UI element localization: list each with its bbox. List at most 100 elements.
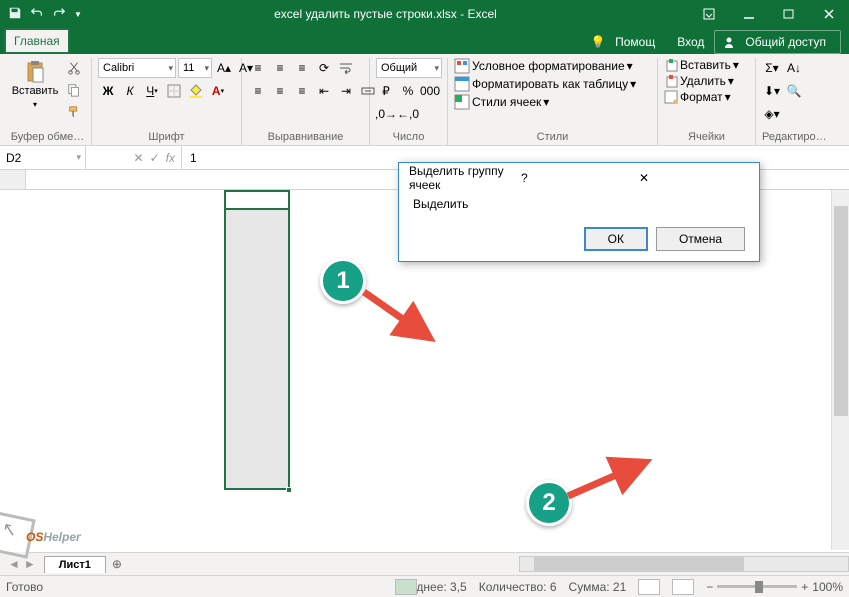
dec-decimal-icon[interactable]: ←,0 [398, 104, 418, 124]
align-middle-icon[interactable]: ≡ [270, 58, 290, 78]
insert-cells-button[interactable]: Вставить ▾ [664, 58, 739, 72]
selection-range [224, 190, 290, 490]
underline-icon[interactable]: Ч▾ [142, 81, 162, 101]
status-ready: Готово [6, 580, 43, 594]
redo-icon[interactable] [52, 6, 66, 23]
currency-icon[interactable]: ₽ [376, 81, 396, 101]
align-right-icon[interactable]: ≡ [292, 81, 312, 101]
delete-cells-button[interactable]: Удалить ▾ [664, 74, 734, 88]
dialog-close-icon[interactable]: ✕ [633, 171, 749, 185]
group-clipboard-label: Буфер обме… [10, 131, 85, 145]
fill-icon[interactable]: ⬇▾ [762, 81, 782, 101]
enter-formula-icon[interactable]: ✓ [150, 151, 160, 165]
tell-me[interactable]: 💡 Помощ [585, 33, 667, 51]
zoom-out-icon[interactable]: − [706, 580, 713, 594]
horizontal-scrollbar[interactable] [519, 556, 849, 572]
autosum-icon[interactable]: Σ▾ [762, 58, 782, 78]
group-styles-label: Стили [454, 131, 651, 145]
align-center-icon[interactable]: ≡ [270, 81, 290, 101]
group-editing-label: Редактиро… [762, 131, 820, 145]
login-link[interactable]: Вход [671, 33, 710, 51]
sheet-tab[interactable]: Лист1 [44, 556, 106, 573]
cancel-button[interactable]: Отмена [656, 227, 745, 251]
fill-handle[interactable] [286, 487, 292, 493]
indent-dec-icon[interactable]: ⇤ [314, 81, 334, 101]
vertical-scrollbar[interactable] [831, 190, 849, 550]
ribbon: Вставить▾ Буфер обме… Calibri 11 A▴ A▾ Ж… [0, 54, 849, 146]
conditional-format-button[interactable]: Условное форматирование ▾ [454, 58, 633, 74]
ok-button[interactable]: ОК [584, 227, 648, 251]
font-name-select[interactable]: Calibri [98, 58, 176, 78]
minimize-icon[interactable] [729, 0, 769, 28]
borders-icon[interactable] [164, 81, 184, 101]
align-top-icon[interactable]: ≡ [248, 58, 268, 78]
find-icon[interactable]: 🔍 [784, 81, 804, 101]
close-icon[interactable] [809, 0, 849, 28]
sheet-nav-prev-icon[interactable]: ◄ [8, 557, 20, 571]
select-all-corner[interactable] [0, 170, 26, 189]
bold-icon[interactable]: Ж [98, 81, 118, 101]
view-normal-icon[interactable] [395, 579, 417, 595]
format-painter-icon[interactable] [64, 102, 84, 122]
cell-styles-button[interactable]: Стили ячеек ▾ [454, 94, 549, 110]
view-break-icon[interactable] [672, 579, 694, 595]
indent-inc-icon[interactable]: ⇥ [336, 81, 356, 101]
comma-icon[interactable]: 000 [420, 81, 440, 101]
orientation-icon[interactable]: ⟳ [314, 58, 334, 78]
align-bottom-icon[interactable]: ≡ [292, 58, 312, 78]
window-title: excel удалить пустые строки.xlsx - Excel [82, 7, 689, 21]
callout-1: 1 [320, 258, 366, 304]
number-format-select[interactable]: Общий [376, 58, 442, 78]
percent-icon[interactable]: % [398, 81, 418, 101]
add-sheet-icon[interactable]: ⊕ [106, 553, 128, 575]
sheet-tab-bar: ◄ ► Лист1 ⊕ [0, 552, 849, 575]
sort-icon[interactable]: A↓ [784, 58, 804, 78]
format-cells-button[interactable]: Формат ▾ [664, 90, 731, 104]
group-number-label: Число [376, 131, 441, 145]
align-left-icon[interactable]: ≡ [248, 81, 268, 101]
status-bar: Готово Среднее: 3,5 Количество: 6 Сумма:… [0, 575, 849, 597]
tab-0[interactable]: Главная [4, 28, 70, 54]
status-count: Количество: 6 [479, 580, 557, 594]
ribbon-tabs: Файл Главная 💡 Помощ Вход Общий доступ [0, 28, 849, 54]
sheet-nav-next-icon[interactable]: ► [24, 557, 36, 571]
undo-icon[interactable] [30, 6, 44, 23]
dialog-help-icon[interactable]: ? [513, 171, 633, 185]
active-cell [224, 190, 290, 210]
font-color-icon[interactable]: А▾ [208, 81, 228, 101]
wrap-text-icon[interactable] [336, 58, 356, 78]
grow-font-icon[interactable]: A▴ [214, 58, 234, 78]
group-font-label: Шрифт [98, 131, 235, 145]
copy-icon[interactable] [64, 80, 84, 100]
ribbon-options-icon[interactable] [689, 0, 729, 28]
fill-color-icon[interactable] [186, 81, 206, 101]
name-box[interactable]: D2 [0, 146, 86, 169]
inc-decimal-icon[interactable]: ,0→ [376, 104, 396, 124]
zoom-level[interactable]: 100% [812, 580, 843, 594]
view-layout-icon[interactable] [638, 579, 660, 595]
maximize-icon[interactable] [769, 0, 809, 28]
table-icon [454, 76, 470, 92]
goto-special-dialog: Выделить группу ячеек ? ✕ Выделить ОК От… [398, 162, 760, 262]
font-size-select[interactable]: 11 [178, 58, 212, 78]
format-icon [664, 90, 678, 104]
save-icon[interactable] [8, 6, 22, 23]
watermark-text: OSHelper [26, 521, 81, 547]
cut-icon[interactable] [64, 58, 84, 78]
cond-fmt-icon [454, 58, 470, 74]
styles-icon [454, 94, 470, 110]
clear-icon[interactable]: ◈▾ [762, 104, 782, 124]
share-button[interactable]: Общий доступ [714, 30, 841, 54]
group-align-label: Выравнивание [248, 131, 363, 145]
zoom-in-icon[interactable]: + [801, 580, 808, 594]
cancel-formula-icon[interactable]: ✕ [134, 151, 144, 165]
fx-icon[interactable]: fx [166, 151, 175, 165]
zoom-slider[interactable] [717, 585, 797, 588]
insert-icon [664, 58, 678, 72]
italic-icon[interactable]: К [120, 81, 140, 101]
delete-icon [664, 74, 678, 88]
person-icon [723, 36, 735, 48]
dialog-title: Выделить группу ячеек [409, 164, 513, 192]
format-as-table-button[interactable]: Форматировать как таблицу ▾ [454, 76, 636, 92]
paste-button[interactable]: Вставить▾ [10, 58, 60, 112]
